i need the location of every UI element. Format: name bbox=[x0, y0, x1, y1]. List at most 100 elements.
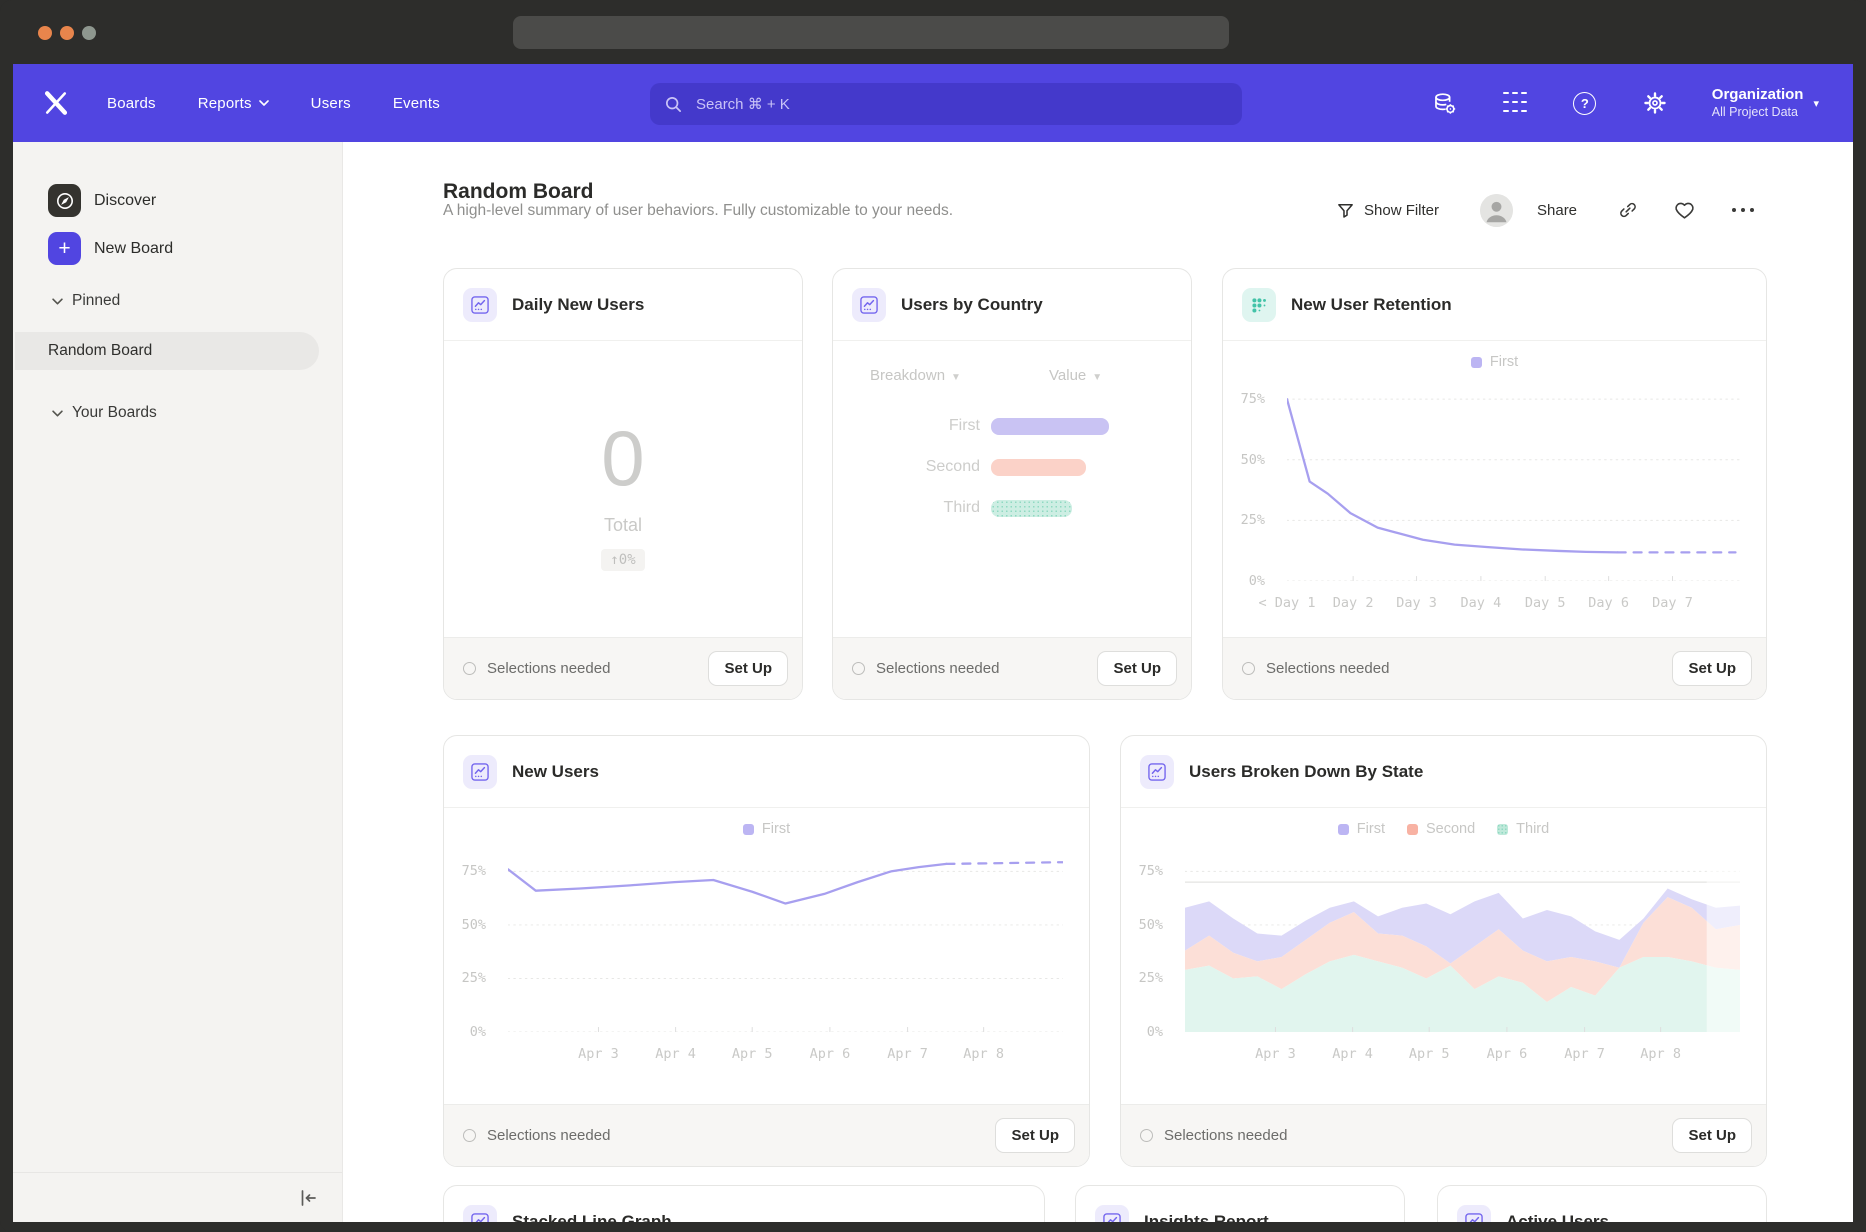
plus-icon: + bbox=[48, 232, 81, 265]
ubc-rows: FirstSecondThird bbox=[833, 414, 1191, 537]
card-title: New Users bbox=[512, 762, 599, 782]
data-management-icon[interactable] bbox=[1432, 90, 1458, 116]
set-up-button[interactable]: Set Up bbox=[708, 651, 788, 686]
share-label: Share bbox=[1537, 202, 1577, 219]
set-up-button[interactable]: Set Up bbox=[1097, 651, 1177, 686]
help-icon[interactable]: ? bbox=[1572, 90, 1598, 116]
nav-item-label: Reports bbox=[198, 95, 252, 112]
y-tick-label: 0% bbox=[1147, 1024, 1163, 1040]
share-button[interactable]: Share bbox=[1537, 192, 1577, 228]
board-avatar[interactable] bbox=[1480, 192, 1513, 228]
column-header-breakdown[interactable]: Breakdown▼ bbox=[870, 367, 961, 384]
legend-label: Third bbox=[1516, 821, 1549, 837]
plot-area bbox=[1185, 850, 1740, 1032]
caret-down-icon: ▾ bbox=[1813, 97, 1819, 110]
status-text: Selections needed bbox=[1164, 1127, 1287, 1144]
x-tick-label: Apr 7 bbox=[1564, 1046, 1605, 1062]
x-tick-label: Day 6 bbox=[1588, 595, 1629, 611]
nav-item-label: Users bbox=[311, 95, 351, 112]
legend-item: First bbox=[1471, 354, 1518, 370]
breakdown-label: Third bbox=[833, 499, 991, 517]
x-tick-label: Apr 4 bbox=[655, 1046, 696, 1062]
status-circle-icon bbox=[463, 1129, 476, 1142]
copy-link-button[interactable] bbox=[1617, 192, 1639, 228]
x-axis-labels: < Day 1Day 2Day 3Day 4Day 5Day 6Day 7 bbox=[1287, 595, 1740, 613]
card-title: Users Broken Down By State bbox=[1189, 762, 1423, 782]
y-tick-label: 0% bbox=[470, 1024, 486, 1040]
section-label: Your Boards bbox=[72, 404, 157, 422]
section-label: Pinned bbox=[72, 292, 120, 310]
card-title: Insights Report bbox=[1144, 1212, 1269, 1223]
value-bar bbox=[991, 459, 1086, 476]
favorite-button[interactable] bbox=[1673, 192, 1696, 228]
window-close-button[interactable] bbox=[38, 26, 52, 40]
retention-chart: First 75%50%25%0% < Day 1Day 2Day 3Day 4… bbox=[1223, 341, 1766, 637]
y-tick-label: 25% bbox=[462, 970, 486, 986]
sidebar-item-discover[interactable]: Discover bbox=[48, 184, 156, 217]
card-title: New User Retention bbox=[1291, 295, 1452, 315]
y-tick-label: 0% bbox=[1249, 573, 1265, 589]
sidebar-item-label: Discover bbox=[94, 192, 156, 210]
collapse-sidebar-icon[interactable] bbox=[296, 1186, 320, 1210]
mixpanel-logo-icon[interactable] bbox=[41, 88, 71, 118]
nav-item-events[interactable]: Events bbox=[393, 95, 440, 112]
chevron-down-icon bbox=[52, 410, 63, 417]
caret-down-icon: ▼ bbox=[1092, 372, 1102, 383]
column-header-value[interactable]: Value▼ bbox=[1049, 367, 1102, 384]
status-circle-icon bbox=[1140, 1129, 1153, 1142]
board-name: Random Board bbox=[48, 342, 152, 360]
metric-label: Total bbox=[604, 515, 642, 536]
chevron-down-icon bbox=[259, 100, 269, 106]
new-users-chart: First 75%50%25%0% Apr 3Apr 4Apr 5Apr 6Ap… bbox=[444, 808, 1089, 1104]
nav-item-label: Events bbox=[393, 95, 440, 112]
x-tick-label: Apr 4 bbox=[1332, 1046, 1373, 1062]
sidebar-item-new-board[interactable]: + New Board bbox=[48, 232, 173, 265]
sidebar: Discover + New Board Pinned Random Board… bbox=[13, 142, 343, 1222]
search-input[interactable] bbox=[694, 95, 1228, 114]
nav-right-cluster: ? Organization bbox=[1432, 64, 1819, 142]
set-up-button[interactable]: Set Up bbox=[1672, 1118, 1752, 1153]
plot-area bbox=[1287, 387, 1740, 581]
set-up-button[interactable]: Set Up bbox=[995, 1118, 1075, 1153]
apps-grid-icon[interactable] bbox=[1502, 90, 1528, 116]
breakdown-row: First bbox=[833, 414, 1191, 438]
legend-swatch-icon bbox=[743, 824, 754, 835]
search-bar[interactable] bbox=[650, 83, 1242, 125]
nav-item-users[interactable]: Users bbox=[311, 95, 351, 112]
window-zoom-button[interactable] bbox=[82, 26, 96, 40]
legend-item: First bbox=[743, 821, 790, 837]
settings-gear-icon[interactable] bbox=[1642, 90, 1668, 116]
y-tick-label: 50% bbox=[1139, 917, 1163, 933]
y-axis-labels: 75%50%25%0% bbox=[1121, 850, 1173, 1032]
line-chart-icon bbox=[1140, 755, 1174, 789]
link-icon bbox=[1617, 199, 1639, 221]
show-filter-button[interactable]: Show Filter bbox=[1336, 192, 1439, 228]
filter-funnel-icon bbox=[1336, 201, 1355, 220]
legend-swatch-icon bbox=[1471, 357, 1482, 368]
line-chart-icon bbox=[463, 288, 497, 322]
x-tick-label: Apr 8 bbox=[963, 1046, 1004, 1062]
sidebar-section-pinned[interactable]: Pinned bbox=[52, 292, 120, 310]
metric-body: 0 Total ↑0% bbox=[444, 341, 802, 637]
nav-item-reports[interactable]: Reports bbox=[198, 95, 269, 112]
x-tick-label: < Day 1 bbox=[1259, 595, 1316, 611]
line-chart-icon bbox=[852, 288, 886, 322]
more-options-button[interactable] bbox=[1730, 192, 1756, 228]
metric-value: 0 bbox=[601, 419, 644, 497]
y-tick-label: 75% bbox=[1241, 391, 1265, 407]
sidebar-item-label: New Board bbox=[94, 240, 173, 258]
chevron-down-icon bbox=[52, 298, 63, 305]
window-minimize-button[interactable] bbox=[60, 26, 74, 40]
sidebar-item-random-board[interactable]: Random Board bbox=[15, 332, 319, 370]
x-tick-label: Apr 7 bbox=[887, 1046, 928, 1062]
chart-legend: First bbox=[444, 821, 1089, 837]
breakdown-label: First bbox=[833, 417, 991, 435]
org-switcher[interactable]: Organization All Project Data ▾ bbox=[1712, 86, 1819, 120]
sidebar-section-your-boards[interactable]: Your Boards bbox=[52, 404, 157, 422]
set-up-button[interactable]: Set Up bbox=[1672, 651, 1752, 686]
nav-item-boards[interactable]: Boards bbox=[107, 95, 156, 112]
plot-area bbox=[508, 850, 1063, 1032]
address-bar[interactable] bbox=[513, 16, 1229, 49]
sidebar-footer bbox=[13, 1172, 342, 1222]
status-circle-icon bbox=[463, 662, 476, 675]
